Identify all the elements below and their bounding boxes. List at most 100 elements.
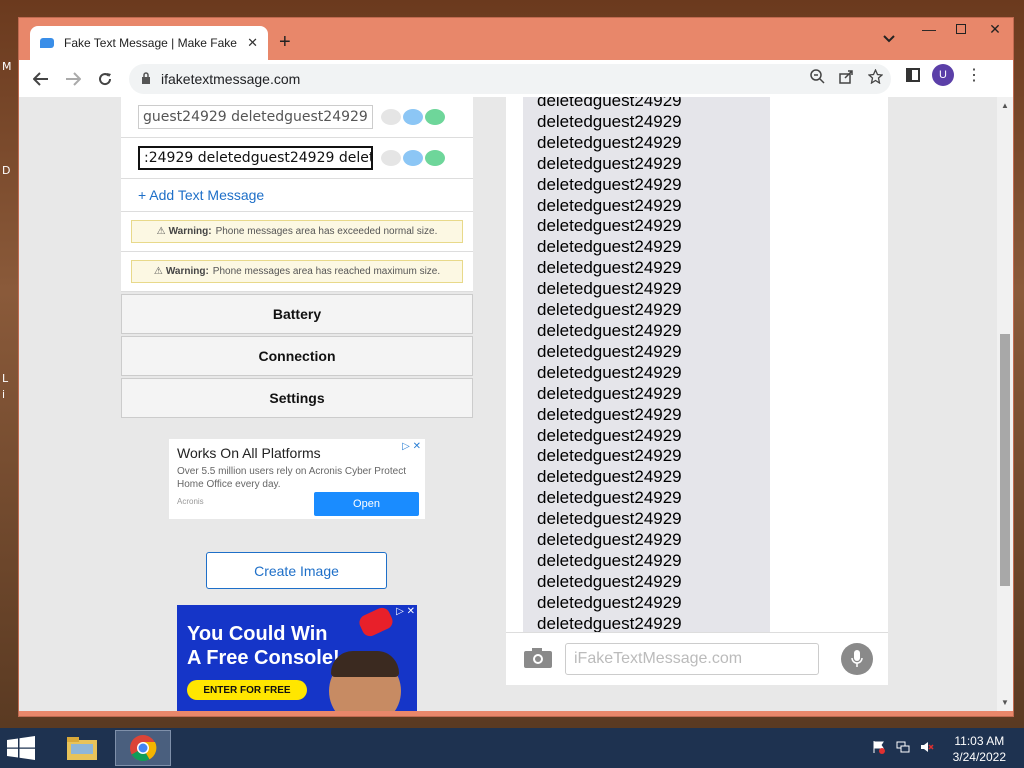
ad-enter-button[interactable]: ENTER FOR FREE <box>187 680 307 700</box>
share-icon[interactable] <box>839 69 854 88</box>
thread-message-line: deletedguest24929 <box>537 97 682 110</box>
warning-container: ⚠ Warning: Phone messages area has reach… <box>121 252 473 292</box>
imessage-bubble-toggle[interactable] <box>403 109 423 125</box>
browser-window: — ✕ Fake Text Message | Make Fake T ✕ + … <box>18 17 1014 717</box>
desktop-icon-label: i <box>2 388 6 401</box>
thread-message-line: deletedguest24929 <box>537 488 682 508</box>
thread-message-line: deletedguest24929 <box>537 592 682 612</box>
message-thread: deletedguest24929 deletedguest24929 delete… <box>523 97 770 633</box>
thread-message-line: deletedguest24929 <box>537 111 682 131</box>
thread-message-line: deletedguest24929 <box>537 153 682 173</box>
section-battery[interactable]: Battery <box>121 294 473 334</box>
create-image-button[interactable]: Create Image <box>206 552 387 589</box>
browser-tab[interactable]: Fake Text Message | Make Fake T ✕ <box>30 26 268 60</box>
console-ad[interactable]: You Could Win A Free Console! ENTER FOR … <box>177 605 417 711</box>
thread-message-line: deletedguest24929 <box>537 341 682 361</box>
thread-message-line: deletedguest24929 <box>537 530 682 550</box>
section-connection[interactable]: Connection <box>121 336 473 376</box>
lock-icon <box>141 71 151 87</box>
scroll-down-icon[interactable]: ▼ <box>1001 698 1009 707</box>
url-text: ifaketextmessage.com <box>161 71 301 87</box>
forward-arrow-icon[interactable] <box>57 63 89 95</box>
more-menu-icon[interactable]: ⋮ <box>966 65 982 85</box>
page-scrollbar[interactable]: ▲ ▼ <box>997 97 1013 711</box>
thread-message-line: deletedguest24929 <box>537 425 682 445</box>
message-row: :24929 deletedguest24929 deleted <box>121 138 473 179</box>
reload-icon[interactable] <box>89 63 121 95</box>
sms-bubble-toggle[interactable] <box>425 109 445 125</box>
thread-message-line: deletedguest24929 <box>537 258 682 278</box>
new-tab-button[interactable]: + <box>279 31 291 54</box>
avatar[interactable]: U <box>932 64 954 86</box>
thread-message-line: deletedguest24929 <box>537 613 682 633</box>
received-bubble-toggle[interactable] <box>381 109 401 125</box>
warning-alert: ⚠ Warning: Phone messages area has reach… <box>131 260 463 283</box>
thread-message-line: deletedguest24929 <box>537 174 682 194</box>
thread-message-line: deletedguest24929 <box>537 550 682 570</box>
warning-text: Phone messages area has reached maximum … <box>212 266 441 277</box>
desktop-icon-label: M <box>2 60 12 73</box>
file-explorer-icon[interactable] <box>58 730 106 766</box>
ad-headline: Works On All Platforms <box>177 445 321 461</box>
scroll-up-icon[interactable]: ▲ <box>1001 101 1009 110</box>
address-bar[interactable]: ifaketextmessage.com <box>129 64 891 94</box>
thread-message-line: deletedguest24929 <box>537 132 682 152</box>
tab-title: Fake Text Message | Make Fake T <box>64 36 240 50</box>
warning-icon: ⚠ <box>153 266 163 277</box>
thread-message-line: deletedguest24929 <box>537 446 682 466</box>
gamepad-icon <box>356 605 396 639</box>
side-panel-icon[interactable] <box>906 68 920 82</box>
network-icon[interactable] <box>896 740 910 754</box>
message-text-input[interactable]: guest24929 deletedguest24929 de <box>138 105 373 129</box>
close-window-icon[interactable]: ✕ <box>977 18 1013 40</box>
thread-message-line: deletedguest24929 <box>537 195 682 215</box>
microphone-icon[interactable] <box>841 643 873 675</box>
acronis-ad[interactable]: Works On All Platforms Over 5.5 million … <box>169 439 425 519</box>
editor-panel: guest24929 deletedguest24929 de :24929 d… <box>121 97 473 418</box>
tab-search-chevron-icon[interactable] <box>883 32 895 46</box>
desktop-icon-label: L <box>2 372 9 385</box>
system-clock[interactable]: 11:03 AM 3/24/2022 <box>953 733 1006 765</box>
thread-message-line: deletedguest24929 <box>537 571 682 591</box>
tab-close-icon[interactable]: ✕ <box>247 35 258 51</box>
thread-message-line: deletedguest24929 <box>537 279 682 299</box>
chat-bubble-icon <box>40 38 54 48</box>
clock-time: 11:03 AM <box>954 734 1005 748</box>
zoom-icon[interactable] <box>810 69 825 88</box>
imessage-bubble-toggle[interactable] <box>403 150 423 166</box>
ad-body: Over 5.5 million users rely on Acronis C… <box>177 466 406 490</box>
section-settings[interactable]: Settings <box>121 378 473 418</box>
warning-container: ⚠ Warning: Phone messages area has excee… <box>121 212 473 252</box>
volume-muted-icon[interactable] <box>920 740 934 754</box>
thread-message-line: deletedguest24929 <box>537 509 682 529</box>
ad-brand: Acronis <box>177 497 204 506</box>
thread-message-line: deletedguest24929 <box>537 383 682 403</box>
page-viewport: guest24929 deletedguest24929 de :24929 d… <box>19 97 1013 711</box>
add-text-message-link[interactable]: + Add Text Message <box>121 179 473 212</box>
browser-toolbar: ifaketextmessage.com U ⋮ <box>19 60 1013 97</box>
sms-bubble-toggle[interactable] <box>425 150 445 166</box>
system-tray <box>872 740 934 754</box>
taskbar: 11:03 AM 3/24/2022 <box>0 728 1024 768</box>
ad-close-icon[interactable]: ▷ ✕ <box>402 441 421 452</box>
chrome-icon[interactable] <box>115 730 171 766</box>
thread-message-line: deletedguest24929 <box>537 404 682 424</box>
clock-date: 3/24/2022 <box>952 750 1006 764</box>
warning-icon: ⚠ <box>156 226 166 237</box>
thread-message-line: deletedguest24929 <box>537 320 682 340</box>
received-bubble-toggle[interactable] <box>381 150 401 166</box>
camera-icon[interactable] <box>523 647 553 669</box>
ad-open-button[interactable]: Open <box>314 492 419 516</box>
maximize-icon[interactable] <box>945 18 977 40</box>
thread-message-line: deletedguest24929 <box>537 216 682 236</box>
compose-input[interactable]: iFakeTextMessage.com <box>565 643 819 675</box>
scroll-thumb[interactable] <box>1000 334 1010 586</box>
action-center-flag-icon[interactable] <box>872 740 886 754</box>
windows-start-icon[interactable] <box>6 736 40 762</box>
back-arrow-icon[interactable] <box>25 63 57 95</box>
message-text-input[interactable]: :24929 deletedguest24929 deleted <box>138 146 373 170</box>
ad-close-icon[interactable]: ▷ ✕ <box>396 606 415 617</box>
phone-preview: deletedguest24929 deletedguest24929 delete… <box>506 97 888 685</box>
minimize-icon[interactable]: — <box>913 18 945 40</box>
bookmark-star-icon[interactable] <box>867 68 884 88</box>
